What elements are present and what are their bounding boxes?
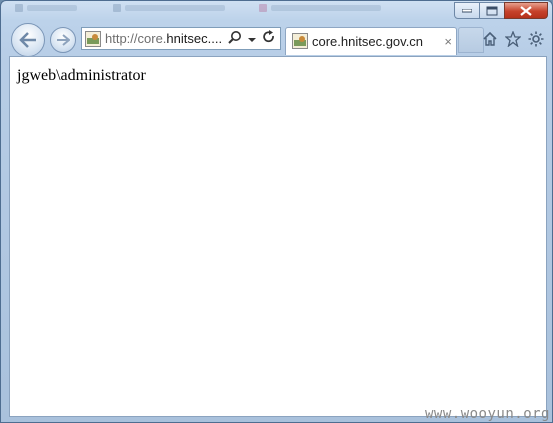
search-icon[interactable] [228, 30, 242, 49]
close-icon [520, 5, 532, 16]
forward-arrow-icon [57, 34, 70, 46]
ghost-tab-icon [259, 4, 267, 12]
background-ghost-tab [259, 2, 389, 14]
ghost-tab-text [125, 5, 225, 11]
ghost-tab-text [271, 5, 381, 11]
address-tools [222, 29, 276, 49]
home-icon[interactable] [480, 29, 500, 49]
ghost-tab-text [27, 5, 77, 11]
ghost-tab-icon [113, 4, 121, 12]
tab-title: core.hnitsec.gov.cn [312, 34, 424, 49]
page-body-text: jgweb\administrator [17, 67, 146, 84]
ghost-tab-icon [15, 4, 23, 12]
maximize-icon [486, 6, 498, 15]
background-ghost-tab [15, 2, 85, 14]
tools-gear-icon[interactable] [526, 29, 546, 49]
site-favicon-icon [85, 31, 101, 47]
back-button[interactable] [11, 23, 45, 57]
url-host: hnitsec.... [166, 31, 223, 46]
url-prefix: http://core. [105, 31, 167, 46]
page-viewport: jgweb\administrator [9, 56, 547, 417]
tab-favicon-icon [292, 33, 308, 49]
background-ghost-tab [113, 2, 233, 14]
minimize-button[interactable] [454, 2, 480, 19]
window-controls [454, 2, 548, 20]
forward-button[interactable] [50, 27, 76, 53]
maximize-button[interactable] [479, 2, 505, 19]
address-url[interactable]: http://core.hnitsec.... [105, 31, 222, 46]
back-arrow-icon [19, 32, 36, 48]
close-button[interactable] [504, 2, 548, 19]
tab-close-icon[interactable]: × [444, 34, 452, 49]
minimize-icon [462, 8, 472, 12]
dropdown-arrow-icon[interactable] [248, 30, 256, 48]
command-icons [477, 29, 546, 49]
title-bar [1, 1, 553, 23]
favorites-star-icon[interactable] [503, 29, 523, 49]
browser-window: http://core.hnitsec.... core.hnitsec.gov… [0, 0, 553, 423]
address-bar[interactable]: http://core.hnitsec.... [81, 27, 281, 50]
tab-active[interactable]: core.hnitsec.gov.cn × [285, 27, 457, 55]
watermark: www.wooyun.org [424, 406, 550, 422]
refresh-icon[interactable] [262, 29, 276, 49]
